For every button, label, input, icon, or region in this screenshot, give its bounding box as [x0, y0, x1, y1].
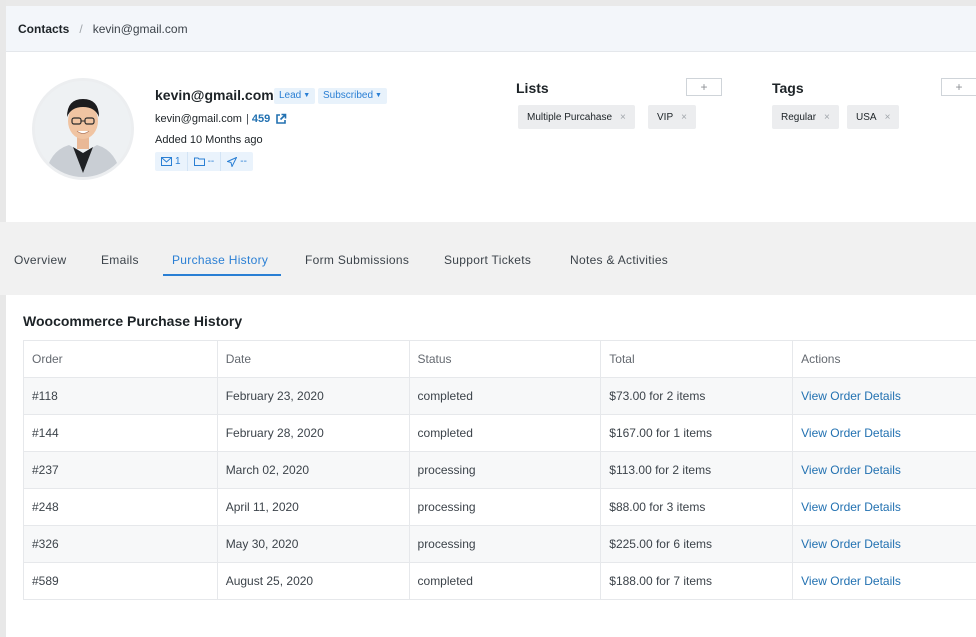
- order-status: processing: [408, 451, 602, 489]
- order-status: completed: [408, 377, 602, 415]
- panel-title: Woocommerce Purchase History: [23, 313, 243, 329]
- order-total: $188.00 for 7 items: [600, 562, 794, 600]
- remove-tag-icon[interactable]: ×: [885, 112, 891, 123]
- tags-title: Tags: [772, 80, 804, 96]
- view-order-details-link[interactable]: View Order Details: [792, 525, 976, 563]
- column-header-order: Order: [23, 340, 218, 378]
- contact-stats-bar: 1 -- --: [155, 152, 253, 171]
- order-date: March 02, 2020: [216, 451, 410, 489]
- email-separator: |: [245, 113, 249, 125]
- remove-list-icon[interactable]: ×: [681, 112, 687, 123]
- order-number: #326: [23, 525, 218, 563]
- order-status: processing: [408, 488, 602, 526]
- tab-overview[interactable]: Overview: [14, 253, 66, 267]
- purchase-history-table: Order Date Status Total Actions #118 Feb…: [23, 340, 976, 600]
- lists-title: Lists: [516, 80, 549, 96]
- view-order-details-link[interactable]: View Order Details: [792, 414, 976, 452]
- add-tag-button[interactable]: +: [941, 78, 976, 96]
- order-status: completed: [408, 414, 602, 452]
- order-status: processing: [408, 525, 602, 563]
- tag-chip-usa: USA ×: [847, 105, 900, 129]
- breadcrumb-current: kevin@gmail.com: [92, 21, 188, 36]
- folder-count: --: [207, 156, 215, 167]
- tag-chip-label: USA: [856, 111, 877, 123]
- tab-emails[interactable]: Emails: [101, 253, 139, 267]
- list-chip-multiple-purchase: Multiple Purcahase ×: [518, 105, 635, 129]
- table-header-row: Order Date Status Total Actions: [23, 340, 976, 378]
- order-date: April 11, 2020: [216, 488, 410, 526]
- order-date: August 25, 2020: [216, 562, 410, 600]
- order-date: February 23, 2020: [216, 377, 410, 415]
- breadcrumb-separator: /: [79, 21, 83, 36]
- breadcrumb-contacts-link[interactable]: Contacts: [18, 22, 69, 36]
- order-number: #248: [23, 488, 218, 526]
- add-list-button[interactable]: +: [686, 78, 722, 96]
- contact-tabs: Overview Emails Purchase History Form Su…: [0, 222, 976, 295]
- active-tab-indicator: [163, 274, 281, 276]
- tab-form-submissions[interactable]: Form Submissions: [305, 253, 409, 267]
- purchase-history-panel: Woocommerce Purchase History Order Date …: [6, 295, 976, 637]
- table-row: #248 April 11, 2020 processing $88.00 fo…: [23, 488, 976, 526]
- caret-down-icon: ▼: [375, 92, 382, 99]
- folder-icon: [193, 157, 205, 166]
- sent-stat[interactable]: --: [221, 152, 253, 171]
- table-row: #589 August 25, 2020 completed $188.00 f…: [23, 562, 976, 600]
- external-link-icon[interactable]: [275, 113, 287, 125]
- table-row: #118 February 23, 2020 completed $73.00 …: [23, 377, 976, 415]
- order-number: #589: [23, 562, 218, 600]
- tab-notes-activities[interactable]: Notes & Activities: [570, 253, 668, 267]
- column-header-total: Total: [600, 340, 794, 378]
- list-chip-label: Multiple Purcahase: [527, 111, 613, 123]
- order-date: May 30, 2020: [216, 525, 410, 563]
- lead-status-dropdown[interactable]: Lead ▼: [274, 88, 316, 104]
- order-total: $88.00 for 3 items: [600, 488, 794, 526]
- avatar-portrait: [35, 81, 131, 177]
- order-status: completed: [408, 562, 602, 600]
- view-order-details-link[interactable]: View Order Details: [792, 488, 976, 526]
- order-number: #118: [23, 377, 218, 415]
- contact-email-line: kevin@gmail.com | 459: [155, 113, 287, 125]
- tag-chip-label: Regular: [781, 111, 817, 123]
- tab-support-tickets[interactable]: Support Tickets: [444, 253, 531, 267]
- contact-added-date: Added 10 Months ago: [155, 134, 263, 146]
- avatar: [32, 78, 134, 180]
- subscription-status-dropdown[interactable]: Subscribed ▼: [318, 88, 387, 104]
- view-order-details-link[interactable]: View Order Details: [792, 562, 976, 600]
- envelope-icon: [161, 157, 172, 166]
- order-number: #237: [23, 451, 218, 489]
- wp-user-id-link[interactable]: 459: [252, 113, 270, 125]
- contact-name: kevin@gmail.com: [155, 87, 274, 103]
- table-row: #237 March 02, 2020 processing $113.00 f…: [23, 451, 976, 489]
- column-header-date: Date: [216, 340, 410, 378]
- order-number: #144: [23, 414, 218, 452]
- folder-stat[interactable]: --: [188, 152, 222, 171]
- column-header-actions: Actions: [792, 340, 976, 378]
- list-chip-label: VIP: [657, 111, 674, 123]
- tab-purchase-history[interactable]: Purchase History: [172, 253, 268, 267]
- remove-list-icon[interactable]: ×: [620, 112, 626, 123]
- contact-email: kevin@gmail.com: [155, 113, 242, 125]
- remove-tag-icon[interactable]: ×: [824, 112, 830, 123]
- email-count: 1: [175, 156, 181, 167]
- breadcrumb: Contacts / kevin@gmail.com: [6, 6, 976, 52]
- table-row: #326 May 30, 2020 processing $225.00 for…: [23, 525, 976, 563]
- order-date: February 28, 2020: [216, 414, 410, 452]
- paper-plane-icon: [227, 156, 238, 167]
- list-chip-vip: VIP ×: [648, 105, 696, 129]
- order-total: $167.00 for 1 items: [600, 414, 794, 452]
- view-order-details-link[interactable]: View Order Details: [792, 377, 976, 415]
- table-row: #144 February 28, 2020 completed $167.00…: [23, 414, 976, 452]
- column-header-status: Status: [408, 340, 602, 378]
- caret-down-icon: ▼: [303, 92, 311, 99]
- subscription-status-label: Subscribed: [323, 90, 374, 101]
- order-total: $113.00 for 2 items: [600, 451, 794, 489]
- sent-count: --: [240, 156, 247, 167]
- order-total: $73.00 for 2 items: [600, 377, 794, 415]
- order-total: $225.00 for 6 items: [600, 525, 794, 563]
- contact-profile-card: kevin@gmail.com Lead ▼ Subscribed ▼ kevin@…: [6, 52, 976, 222]
- email-count-stat[interactable]: 1: [155, 152, 188, 171]
- tag-chip-regular: Regular ×: [772, 105, 839, 129]
- view-order-details-link[interactable]: View Order Details: [792, 451, 976, 489]
- lead-status-label: Lead: [279, 90, 302, 101]
